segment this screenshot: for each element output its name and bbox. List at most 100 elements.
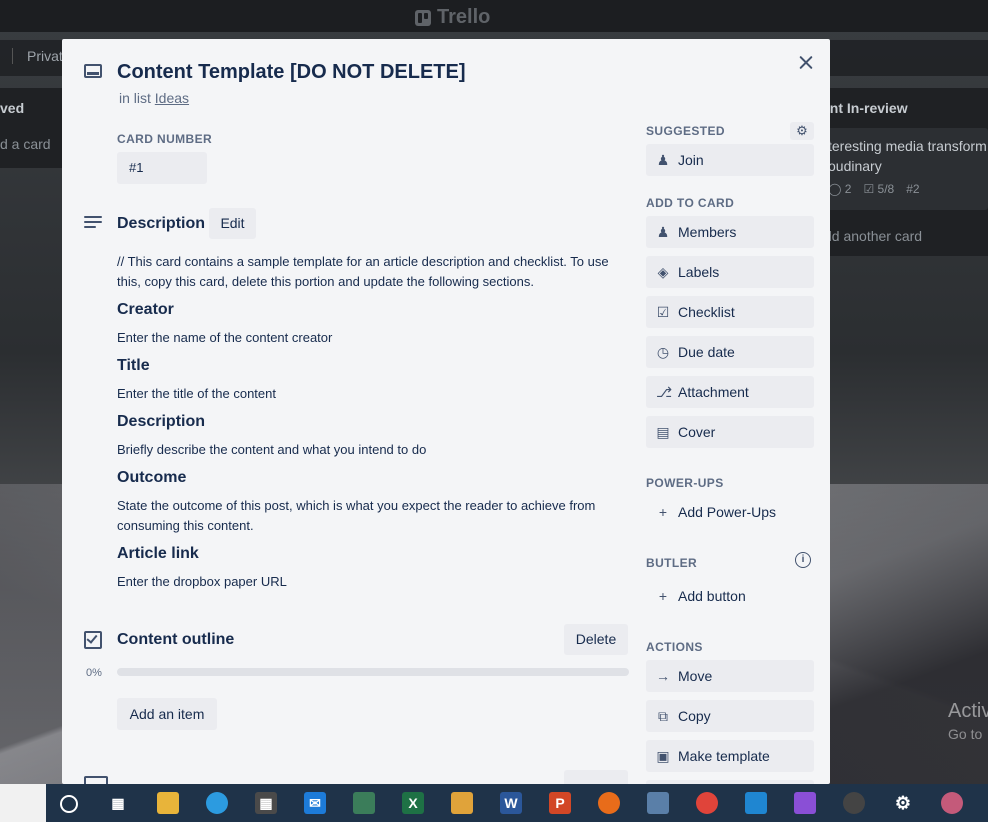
description-text: Enter the title of the content [117, 386, 276, 401]
paint-icon[interactable] [941, 792, 963, 814]
butler-label: BUTLER [646, 556, 698, 570]
cortana-icon[interactable] [60, 795, 78, 813]
word-icon[interactable]: W [500, 792, 522, 814]
description-text: Enter the name of the content creator [117, 330, 333, 345]
tag-icon: ◈ [657, 264, 669, 280]
card-number-field[interactable]: #1 [117, 152, 207, 184]
checklist-progress-bar [117, 668, 629, 676]
description-heading: Creator [117, 301, 174, 318]
due-date-button[interactable]: ◷ Due date [646, 336, 814, 368]
description-intro: // This card contains a sample template … [117, 254, 609, 289]
info-icon[interactable]: i [795, 552, 811, 568]
board-card[interactable]: teresting media transform oudinary ◯ 2 ☑… [830, 128, 988, 210]
in-list-breadcrumb: in list Ideas [119, 90, 190, 106]
members-button[interactable]: ♟ Members [646, 216, 814, 248]
store-icon[interactable]: ▦ [255, 792, 277, 814]
paperclip-icon: ⎇ [656, 384, 673, 400]
windows-taskbar: ▦ ▦ ✉ X W P ⚙ [0, 784, 988, 822]
excel-icon[interactable]: X [402, 792, 424, 814]
card-icon [84, 64, 102, 78]
firefox-icon[interactable] [598, 792, 620, 814]
outlook-icon[interactable] [451, 792, 473, 814]
checklist-icon [84, 631, 102, 649]
add-button-button[interactable]: + Add button [646, 580, 814, 612]
chrome-icon[interactable] [696, 792, 718, 814]
close-icon[interactable] [796, 53, 816, 73]
next-delete-button[interactable] [564, 770, 628, 784]
list-in-review: ent In-review teresting media transform … [830, 88, 988, 256]
arrow-right-icon: → [656, 668, 670, 684]
card-title[interactable]: Content Template [DO NOT DELETE] [117, 61, 466, 84]
description-heading: Title [117, 357, 150, 374]
vscode-icon[interactable] [745, 792, 767, 814]
checklist-button[interactable]: ☑ Checklist [646, 296, 814, 328]
description-heading: Description [117, 413, 206, 430]
trello-logo[interactable]: Trello [415, 6, 490, 29]
add-power-ups-button[interactable]: + Add Power-Ups [646, 496, 814, 528]
list-left: ved d a card [0, 88, 62, 168]
checklist-badge: ☑ 5/8 [863, 182, 895, 196]
description-heading: Article link [117, 545, 199, 562]
copy-icon: ⧉ [658, 708, 668, 724]
make-template-button[interactable]: ▣ Make template [646, 740, 814, 772]
windows-activation-subtitle: Go to [948, 726, 983, 742]
checkbox-icon: ☑ [656, 304, 670, 320]
gear-icon[interactable]: ⚙ [790, 122, 814, 140]
list-link[interactable]: Ideas [155, 90, 189, 106]
edit-description-button[interactable]: Edit [209, 208, 256, 239]
card-detail-modal: Content Template [DO NOT DELETE] in list… [62, 39, 830, 784]
description-heading: Outcome [117, 469, 187, 486]
actions-label: ACTIONS [646, 640, 703, 654]
trello-logo-icon [415, 9, 431, 26]
delete-checklist-button[interactable]: Delete [564, 624, 628, 655]
description-title: Description [117, 215, 206, 232]
file-explorer-icon[interactable] [157, 792, 179, 814]
join-button[interactable]: ♟ Join [646, 144, 814, 176]
copy-button[interactable]: ⧉ Copy [646, 700, 814, 732]
mail-icon[interactable]: ✉ [304, 792, 326, 814]
add-to-card-label: ADD TO CARD [646, 196, 735, 210]
git-icon[interactable] [794, 792, 816, 814]
checklist-title[interactable]: Content outline [117, 631, 234, 649]
notebook-icon[interactable] [353, 792, 375, 814]
remote-desktop-icon[interactable] [647, 792, 669, 814]
description-text: Briefly describe the content and what yo… [117, 442, 427, 457]
edge-icon[interactable] [206, 792, 228, 814]
clock-icon: ◷ [656, 344, 670, 360]
person-icon: ♟ [656, 152, 670, 168]
next-checklist-icon [84, 776, 108, 784]
list-left-title[interactable]: ved [0, 100, 24, 116]
list-left-add-card[interactable]: d a card [0, 136, 51, 152]
template-icon: ▣ [656, 748, 670, 764]
cover-button[interactable]: ▤ Cover [646, 416, 814, 448]
card-number-badge: #2 [906, 182, 920, 196]
power-ups-label: POWER-UPS [646, 476, 724, 490]
attachment-button[interactable]: ⎇ Attachment [646, 376, 814, 408]
add-checklist-item-button[interactable]: Add an item [117, 698, 217, 730]
card-number-label: CARD NUMBER [117, 132, 213, 146]
comment-badge: ◯ 2 [830, 182, 852, 196]
media-player-icon[interactable] [843, 792, 865, 814]
top-header: Trello [0, 0, 988, 32]
plus-icon: + [658, 588, 668, 604]
suggested-label: SUGGESTED [646, 124, 725, 138]
windows-activation-title: Activ [948, 700, 988, 722]
cover-icon: ▤ [656, 424, 670, 440]
task-view-icon[interactable]: ▦ [107, 792, 129, 814]
board-card-title: teresting media transform oudinary [830, 138, 987, 174]
list-in-review-title[interactable]: ent In-review [830, 100, 908, 116]
settings-gear-icon[interactable]: ⚙ [892, 792, 914, 814]
move-button[interactable]: → Move [646, 660, 814, 692]
person-icon: ♟ [656, 224, 670, 240]
taskbar-search-area[interactable] [0, 784, 46, 822]
description-text: Enter the dropbox paper URL [117, 574, 287, 589]
description-body[interactable]: // This card contains a sample template … [117, 252, 627, 592]
checklist-percent: 0% [86, 667, 102, 679]
trello-logo-text: Trello [437, 6, 491, 28]
board-card-badges: ◯ 2 ☑ 5/8 #2 [830, 182, 920, 196]
description-text: State the outcome of this post, which is… [117, 498, 596, 533]
labels-button[interactable]: ◈ Labels [646, 256, 814, 288]
powerpoint-icon[interactable]: P [549, 792, 571, 814]
description-icon [84, 216, 102, 230]
list-in-review-add-card[interactable]: dd another card [830, 228, 922, 244]
